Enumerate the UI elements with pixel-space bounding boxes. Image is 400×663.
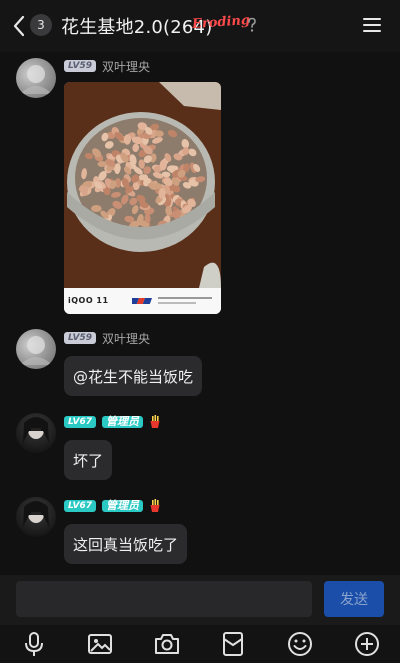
group-title: 花生基地2.0(264) — [61, 17, 213, 38]
toolbar — [0, 625, 400, 663]
sender-meta: LV59 双叶理央 — [64, 58, 150, 75]
message-bubble[interactable]: 坏了 — [64, 440, 113, 480]
level-badge: LV59 — [64, 60, 96, 72]
microphone-icon[interactable] — [20, 630, 48, 658]
help-icon[interactable] — [245, 17, 259, 33]
fries-icon — [150, 415, 160, 428]
header: 3 花生基地2.0(264) Eroding — [0, 0, 400, 52]
message-bubble[interactable]: @花生不能当饭吃 — [64, 356, 203, 396]
image-icon[interactable] — [86, 630, 114, 658]
sender-meta: LV67 管理员 — [64, 499, 161, 513]
message-input[interactable] — [16, 581, 312, 617]
admin-badge: 管理员 — [102, 500, 143, 512]
admin-badge: 管理员 — [102, 416, 143, 428]
avatar[interactable] — [16, 58, 56, 98]
avatar[interactable] — [16, 329, 56, 369]
brand-logo: Eroding — [191, 12, 251, 33]
peanut — [91, 205, 102, 212]
image-message[interactable]: iQOO 11 — [64, 82, 221, 314]
peanut-photo — [64, 82, 221, 288]
camera-icon[interactable] — [153, 630, 181, 658]
avatar[interactable] — [16, 497, 56, 537]
composer: 发送 — [0, 575, 400, 625]
menu-icon[interactable] — [362, 16, 382, 34]
camera-brand: iQOO 11 — [68, 296, 109, 305]
send-button[interactable]: 发送 — [324, 581, 384, 617]
sender-name[interactable]: 双叶理央 — [102, 330, 150, 347]
emoji-icon[interactable] — [286, 630, 314, 658]
camera-watermark: iQOO 11 — [64, 288, 221, 314]
stripes-logo — [132, 298, 152, 304]
plus-icon[interactable] — [353, 630, 381, 658]
level-badge: LV67 — [64, 500, 96, 512]
sender-name[interactable]: 双叶理央 — [102, 58, 150, 75]
sender-meta: LV67 管理员 — [64, 415, 161, 429]
exif-text — [158, 297, 212, 304]
sender-meta: LV59 双叶理央 — [64, 330, 150, 347]
fries-icon — [150, 499, 160, 512]
back-icon[interactable] — [12, 14, 26, 38]
message-bubble[interactable]: 这回真当饭吃了 — [64, 524, 188, 564]
level-badge: LV59 — [64, 332, 96, 344]
red-packet-icon[interactable] — [219, 630, 247, 658]
chat-screen: 3 花生基地2.0(264) Eroding LV59 双叶理央 iQOO 11… — [0, 0, 400, 663]
avatar[interactable] — [16, 413, 56, 453]
unread-badge[interactable]: 3 — [30, 14, 52, 36]
level-badge: LV67 — [64, 416, 96, 428]
